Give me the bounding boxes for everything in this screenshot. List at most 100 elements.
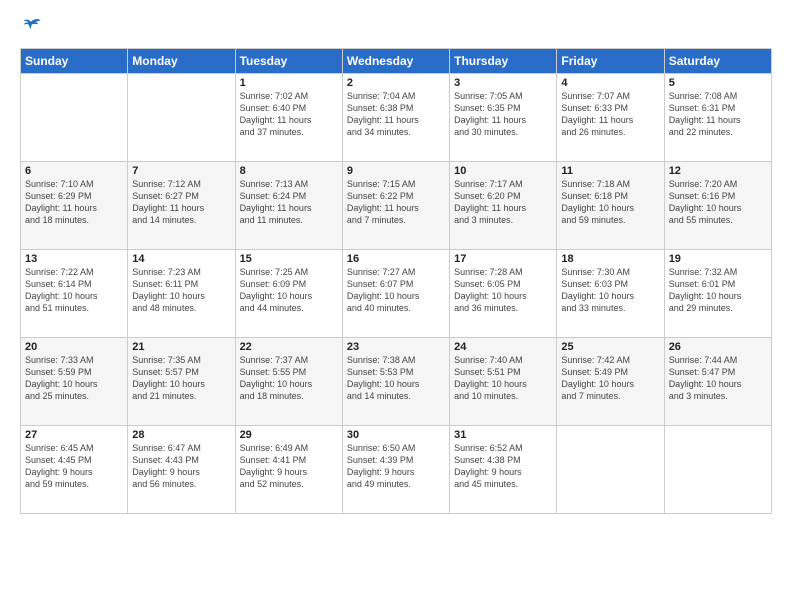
calendar-cell: 24Sunrise: 7:40 AM Sunset: 5:51 PM Dayli… xyxy=(450,338,557,426)
calendar-cell: 7Sunrise: 7:12 AM Sunset: 6:27 PM Daylig… xyxy=(128,162,235,250)
day-number: 14 xyxy=(132,253,230,265)
day-number: 1 xyxy=(240,77,338,89)
day-number: 28 xyxy=(132,429,230,441)
calendar-week-row: 13Sunrise: 7:22 AM Sunset: 6:14 PM Dayli… xyxy=(21,250,772,338)
cell-content: Sunrise: 7:10 AM Sunset: 6:29 PM Dayligh… xyxy=(25,178,123,227)
calendar-cell: 31Sunrise: 6:52 AM Sunset: 4:38 PM Dayli… xyxy=(450,426,557,514)
calendar-cell: 11Sunrise: 7:18 AM Sunset: 6:18 PM Dayli… xyxy=(557,162,664,250)
cell-content: Sunrise: 6:47 AM Sunset: 4:43 PM Dayligh… xyxy=(132,442,230,491)
calendar-cell: 17Sunrise: 7:28 AM Sunset: 6:05 PM Dayli… xyxy=(450,250,557,338)
cell-content: Sunrise: 7:27 AM Sunset: 6:07 PM Dayligh… xyxy=(347,266,445,315)
calendar-cell: 25Sunrise: 7:42 AM Sunset: 5:49 PM Dayli… xyxy=(557,338,664,426)
cell-content: Sunrise: 7:17 AM Sunset: 6:20 PM Dayligh… xyxy=(454,178,552,227)
cell-content: Sunrise: 7:40 AM Sunset: 5:51 PM Dayligh… xyxy=(454,354,552,403)
calendar-cell: 14Sunrise: 7:23 AM Sunset: 6:11 PM Dayli… xyxy=(128,250,235,338)
day-number: 18 xyxy=(561,253,659,265)
day-number: 5 xyxy=(669,77,767,89)
day-number: 16 xyxy=(347,253,445,265)
day-number: 26 xyxy=(669,341,767,353)
day-number: 17 xyxy=(454,253,552,265)
cell-content: Sunrise: 7:33 AM Sunset: 5:59 PM Dayligh… xyxy=(25,354,123,403)
calendar-week-row: 6Sunrise: 7:10 AM Sunset: 6:29 PM Daylig… xyxy=(21,162,772,250)
day-number: 24 xyxy=(454,341,552,353)
cell-content: Sunrise: 7:07 AM Sunset: 6:33 PM Dayligh… xyxy=(561,90,659,139)
calendar-week-row: 27Sunrise: 6:45 AM Sunset: 4:45 PM Dayli… xyxy=(21,426,772,514)
cell-content: Sunrise: 7:30 AM Sunset: 6:03 PM Dayligh… xyxy=(561,266,659,315)
cell-content: Sunrise: 7:37 AM Sunset: 5:55 PM Dayligh… xyxy=(240,354,338,403)
weekday-header: Sunday xyxy=(21,49,128,74)
cell-content: Sunrise: 7:08 AM Sunset: 6:31 PM Dayligh… xyxy=(669,90,767,139)
cell-content: Sunrise: 7:05 AM Sunset: 6:35 PM Dayligh… xyxy=(454,90,552,139)
calendar-cell: 28Sunrise: 6:47 AM Sunset: 4:43 PM Dayli… xyxy=(128,426,235,514)
cell-content: Sunrise: 6:50 AM Sunset: 4:39 PM Dayligh… xyxy=(347,442,445,491)
cell-content: Sunrise: 7:02 AM Sunset: 6:40 PM Dayligh… xyxy=(240,90,338,139)
calendar-cell: 1Sunrise: 7:02 AM Sunset: 6:40 PM Daylig… xyxy=(235,74,342,162)
page-header xyxy=(20,16,772,38)
calendar-cell: 18Sunrise: 7:30 AM Sunset: 6:03 PM Dayli… xyxy=(557,250,664,338)
calendar-cell: 27Sunrise: 6:45 AM Sunset: 4:45 PM Dayli… xyxy=(21,426,128,514)
day-number: 8 xyxy=(240,165,338,177)
day-number: 25 xyxy=(561,341,659,353)
calendar-cell: 13Sunrise: 7:22 AM Sunset: 6:14 PM Dayli… xyxy=(21,250,128,338)
day-number: 2 xyxy=(347,77,445,89)
cell-content: Sunrise: 7:38 AM Sunset: 5:53 PM Dayligh… xyxy=(347,354,445,403)
weekday-header: Wednesday xyxy=(342,49,449,74)
day-number: 4 xyxy=(561,77,659,89)
cell-content: Sunrise: 7:15 AM Sunset: 6:22 PM Dayligh… xyxy=(347,178,445,227)
calendar-cell: 26Sunrise: 7:44 AM Sunset: 5:47 PM Dayli… xyxy=(664,338,771,426)
calendar-cell xyxy=(557,426,664,514)
weekday-header: Monday xyxy=(128,49,235,74)
calendar-cell xyxy=(664,426,771,514)
calendar-cell: 20Sunrise: 7:33 AM Sunset: 5:59 PM Dayli… xyxy=(21,338,128,426)
logo xyxy=(20,16,46,38)
day-number: 20 xyxy=(25,341,123,353)
day-number: 10 xyxy=(454,165,552,177)
logo-icon xyxy=(20,16,42,38)
weekday-header: Tuesday xyxy=(235,49,342,74)
cell-content: Sunrise: 7:04 AM Sunset: 6:38 PM Dayligh… xyxy=(347,90,445,139)
cell-content: Sunrise: 7:18 AM Sunset: 6:18 PM Dayligh… xyxy=(561,178,659,227)
cell-content: Sunrise: 7:28 AM Sunset: 6:05 PM Dayligh… xyxy=(454,266,552,315)
cell-content: Sunrise: 7:35 AM Sunset: 5:57 PM Dayligh… xyxy=(132,354,230,403)
day-number: 22 xyxy=(240,341,338,353)
day-number: 11 xyxy=(561,165,659,177)
day-number: 23 xyxy=(347,341,445,353)
day-number: 6 xyxy=(25,165,123,177)
cell-content: Sunrise: 7:12 AM Sunset: 6:27 PM Dayligh… xyxy=(132,178,230,227)
calendar-cell xyxy=(128,74,235,162)
calendar-cell: 16Sunrise: 7:27 AM Sunset: 6:07 PM Dayli… xyxy=(342,250,449,338)
weekday-header: Saturday xyxy=(664,49,771,74)
cell-content: Sunrise: 7:22 AM Sunset: 6:14 PM Dayligh… xyxy=(25,266,123,315)
cell-content: Sunrise: 7:42 AM Sunset: 5:49 PM Dayligh… xyxy=(561,354,659,403)
cell-content: Sunrise: 7:25 AM Sunset: 6:09 PM Dayligh… xyxy=(240,266,338,315)
calendar-table: SundayMondayTuesdayWednesdayThursdayFrid… xyxy=(20,48,772,514)
calendar-cell: 22Sunrise: 7:37 AM Sunset: 5:55 PM Dayli… xyxy=(235,338,342,426)
day-number: 3 xyxy=(454,77,552,89)
calendar-week-row: 1Sunrise: 7:02 AM Sunset: 6:40 PM Daylig… xyxy=(21,74,772,162)
day-number: 21 xyxy=(132,341,230,353)
calendar-cell: 2Sunrise: 7:04 AM Sunset: 6:38 PM Daylig… xyxy=(342,74,449,162)
calendar-week-row: 20Sunrise: 7:33 AM Sunset: 5:59 PM Dayli… xyxy=(21,338,772,426)
day-number: 27 xyxy=(25,429,123,441)
day-number: 30 xyxy=(347,429,445,441)
cell-content: Sunrise: 6:49 AM Sunset: 4:41 PM Dayligh… xyxy=(240,442,338,491)
cell-content: Sunrise: 6:52 AM Sunset: 4:38 PM Dayligh… xyxy=(454,442,552,491)
day-number: 29 xyxy=(240,429,338,441)
calendar-cell: 12Sunrise: 7:20 AM Sunset: 6:16 PM Dayli… xyxy=(664,162,771,250)
calendar-cell: 6Sunrise: 7:10 AM Sunset: 6:29 PM Daylig… xyxy=(21,162,128,250)
day-number: 13 xyxy=(25,253,123,265)
day-number: 7 xyxy=(132,165,230,177)
calendar-cell: 3Sunrise: 7:05 AM Sunset: 6:35 PM Daylig… xyxy=(450,74,557,162)
day-number: 31 xyxy=(454,429,552,441)
weekday-header-row: SundayMondayTuesdayWednesdayThursdayFrid… xyxy=(21,49,772,74)
calendar-cell: 15Sunrise: 7:25 AM Sunset: 6:09 PM Dayli… xyxy=(235,250,342,338)
cell-content: Sunrise: 6:45 AM Sunset: 4:45 PM Dayligh… xyxy=(25,442,123,491)
day-number: 12 xyxy=(669,165,767,177)
calendar-cell: 4Sunrise: 7:07 AM Sunset: 6:33 PM Daylig… xyxy=(557,74,664,162)
calendar-cell: 5Sunrise: 7:08 AM Sunset: 6:31 PM Daylig… xyxy=(664,74,771,162)
page-container: SundayMondayTuesdayWednesdayThursdayFrid… xyxy=(0,0,792,524)
calendar-cell: 8Sunrise: 7:13 AM Sunset: 6:24 PM Daylig… xyxy=(235,162,342,250)
calendar-cell: 23Sunrise: 7:38 AM Sunset: 5:53 PM Dayli… xyxy=(342,338,449,426)
day-number: 9 xyxy=(347,165,445,177)
weekday-header: Friday xyxy=(557,49,664,74)
